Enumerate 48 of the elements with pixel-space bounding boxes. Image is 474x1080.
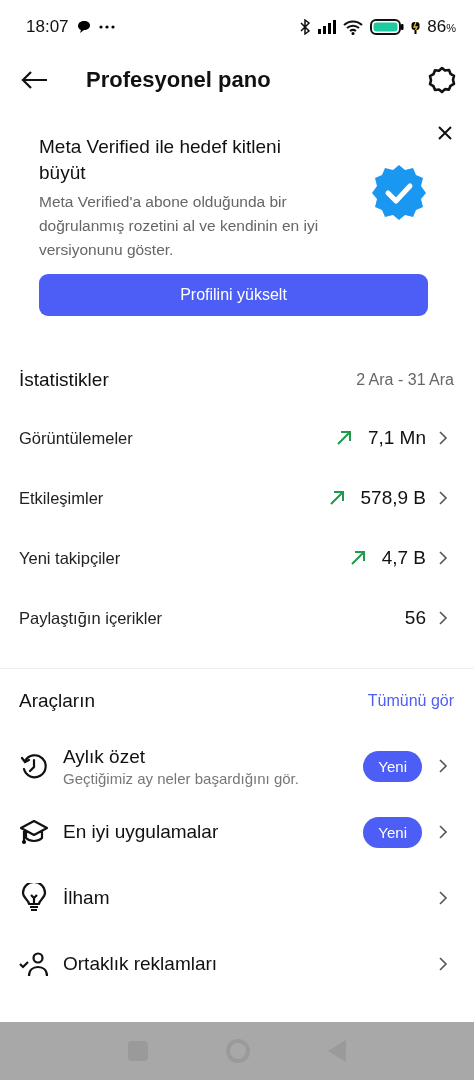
stat-row[interactable]: Etkileşimler 578,9 B — [19, 468, 454, 528]
tool-label: Ortaklık reklamları — [63, 953, 219, 975]
chevron-icon — [438, 956, 448, 972]
tool-row[interactable]: Aylık özet Geçtiğimiz ay neler başardığını gör. Yeni — [19, 733, 454, 799]
chat-icon — [76, 20, 91, 34]
tool-label: Aylık özet — [63, 745, 147, 768]
upgrade-profile-button[interactable]: Profilini yükselt — [39, 274, 428, 316]
chevron-icon — [438, 824, 448, 840]
clock: 18:07 — [26, 17, 69, 37]
verified-badge-icon — [370, 164, 428, 222]
more-icon — [98, 25, 115, 29]
charging-icon — [411, 19, 421, 35]
stat-row[interactable]: Paylaştığın içerikler 56 — [19, 588, 454, 648]
chevron-icon — [438, 430, 448, 446]
battery-icon — [370, 19, 405, 35]
see-all-link[interactable]: Tümünü gör — [367, 692, 454, 710]
tool-row[interactable]: En iyi uygulamalar Yeni — [19, 799, 454, 865]
section-title: İstatistikler — [19, 369, 110, 391]
stat-row[interactable]: Görüntülemeler 7,1 Mn — [19, 408, 454, 468]
promo-title: Meta Verified ile hedef kitleni büyüt — [39, 135, 282, 185]
close-icon[interactable] — [438, 126, 452, 140]
stat-row[interactable]: Yeni takipçiler 4,7 B — [19, 528, 454, 588]
person-check-icon — [19, 951, 49, 977]
signal-icon — [318, 20, 337, 34]
back-arrow-icon[interactable] — [20, 70, 48, 90]
date-range: 2 Ara - 31 Ara — [356, 371, 454, 389]
settings-icon[interactable] — [428, 66, 456, 94]
tool-row[interactable]: Ortaklık reklamları — [19, 931, 454, 997]
page-title: Profesyonel pano — [86, 67, 272, 93]
tool-description: Geçtiğimiz ay neler başardığını gör. — [63, 769, 300, 787]
chevron-icon — [438, 490, 448, 506]
chevron-icon — [438, 890, 448, 906]
battery-percent: 86% — [427, 17, 456, 37]
new-badge: Yeni — [363, 816, 422, 848]
section-title: Araçların — [19, 690, 97, 712]
chevron-icon — [438, 550, 448, 566]
wifi-icon — [343, 19, 364, 35]
chevron-icon — [438, 610, 448, 626]
history-icon — [20, 752, 48, 780]
promo-description: Meta Verified'a abone olduğunda bir doğrulanmış rozetini al ve kendinin en iyi versiyonunu göster. — [39, 192, 320, 260]
lightbulb-icon — [21, 883, 47, 913]
chevron-icon — [438, 758, 448, 774]
tool-row[interactable]: İlham — [19, 865, 454, 931]
tool-label: İlham — [63, 887, 111, 909]
bluetooth-icon — [299, 19, 312, 35]
tool-label: En iyi uygulamalar — [63, 821, 220, 843]
graduation-cap-icon — [19, 818, 49, 846]
new-badge: Yeni — [363, 750, 422, 782]
